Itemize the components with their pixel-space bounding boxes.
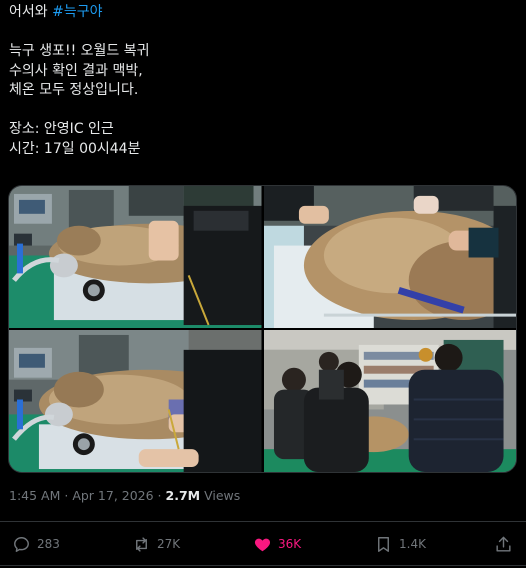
reply-count: 283 <box>37 537 60 551</box>
repost-icon <box>136 536 147 552</box>
photo-4-image <box>263 330 516 472</box>
photo-4[interactable] <box>263 330 516 472</box>
text-line-8: 시간: 17일 00시44분 <box>9 140 141 157</box>
text-line-1: 어서와 #늑구야 <box>9 3 514 23</box>
divider <box>0 521 526 522</box>
post-meta: 1:45 AM · Apr 17, 2026 · 2.7M Views <box>9 488 240 503</box>
views-label: Views <box>200 488 241 503</box>
photo-3-image <box>9 330 262 472</box>
tweet-text: 어서와 #늑구야 늑구 생포!! 오월드 복귀 수의사 확인 결과 맥박, 체온… <box>9 3 514 159</box>
share-button[interactable] <box>494 530 513 558</box>
photo-1-image <box>9 186 262 328</box>
text-line-5: 체온 모두 정상입니다. <box>9 82 139 98</box>
hashtag-link[interactable]: #늑구야 <box>52 4 102 20</box>
share-icon <box>496 536 511 552</box>
views-count: 2.7M <box>165 488 201 503</box>
meta-separator: · <box>60 488 73 503</box>
photo-1[interactable] <box>9 186 262 328</box>
reply-icon <box>14 536 29 552</box>
repost-count: 27K <box>157 537 181 551</box>
like-count: 36K <box>278 537 302 551</box>
text-line-4: 수의사 확인 결과 맥박, <box>9 62 143 79</box>
text-line-3: 늑구 생포!! 오월드 복귀 <box>9 43 150 59</box>
bookmark-count: 1.4K <box>399 537 426 551</box>
bookmark-icon <box>378 536 389 552</box>
action-bar: 283 27K 36K 1.4K <box>0 530 526 558</box>
meta-separator: · <box>153 488 166 503</box>
media-grid[interactable] <box>8 185 517 473</box>
text-line-7: 장소: 안영IC 인근 <box>9 121 114 137</box>
heart-filled-icon <box>254 538 271 551</box>
photo-2[interactable] <box>263 186 516 328</box>
text-line-1-text: 어서와 <box>9 4 53 20</box>
tweet-post: 어서와 #늑구야 늑구 생포!! 오월드 복귀 수의사 확인 결과 맥박, 체온… <box>0 0 526 568</box>
post-timestamp[interactable]: 1:45 AM <box>9 488 60 503</box>
post-date[interactable]: Apr 17, 2026 <box>72 488 153 503</box>
reply-button[interactable]: 283 <box>12 530 60 558</box>
photo-2-image <box>263 186 516 328</box>
photo-3[interactable] <box>9 330 262 472</box>
like-button[interactable]: 36K <box>253 530 301 558</box>
bookmark-button[interactable]: 1.4K <box>374 530 426 558</box>
repost-button[interactable]: 27K <box>132 530 180 558</box>
bottom-divider <box>0 565 526 566</box>
